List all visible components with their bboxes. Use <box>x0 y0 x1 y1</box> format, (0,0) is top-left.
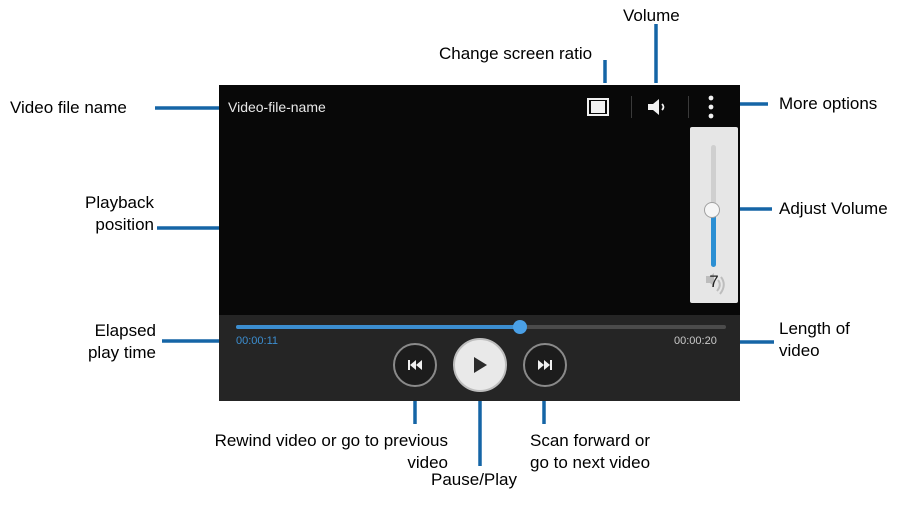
total-time: 00:00:20 <box>674 335 717 347</box>
volume-slider-thumb[interactable] <box>704 201 720 218</box>
label-length-of-video: Length of video <box>779 318 850 362</box>
label-volume: Volume <box>623 6 680 25</box>
play-icon <box>474 357 487 373</box>
label-scan-line-2: go to next video <box>530 453 651 472</box>
video-player-screen[interactable]: Video-file-name 7 00:00:11 00:00:20 <box>219 85 740 401</box>
label-adjust-volume: Adjust Volume <box>779 199 888 218</box>
more-options-icon[interactable] <box>706 94 716 120</box>
label-scan-forward: Scan forward or go to next video <box>530 430 650 474</box>
volume-slider-fill <box>711 209 716 267</box>
volume-level-value: 7 <box>709 272 719 291</box>
label-more-options: More options <box>779 94 878 113</box>
top-bar-divider <box>631 96 632 118</box>
label-rewind: Rewind video or go to previous video <box>164 430 448 474</box>
label-rewind-line-1: Rewind video or go to previous <box>214 431 448 450</box>
volume-panel: 7 <box>690 127 738 303</box>
label-elapsed-play-time: Elapsed play time <box>72 320 156 364</box>
label-length-line-2: video <box>779 341 820 360</box>
video-file-name: Video-file-name <box>228 99 326 115</box>
rewind-icon <box>408 360 422 370</box>
play-pause-button[interactable] <box>453 338 507 392</box>
label-elapsed-line-2: play time <box>87 343 156 362</box>
playback-progress-fill <box>236 325 521 329</box>
playback-controls: 00:00:11 00:00:20 <box>219 315 740 401</box>
label-elapsed-line-1: Elapsed <box>94 321 156 340</box>
player-top-bar: Video-file-name <box>219 85 740 127</box>
label-playback-line-1: Playback <box>85 193 154 212</box>
fast-forward-button[interactable] <box>523 343 567 387</box>
label-pause-play: Pause/Play <box>431 470 517 489</box>
label-video-file-name: Video file name <box>10 98 127 117</box>
fast-forward-icon <box>538 360 552 370</box>
label-rewind-line-2: video <box>407 453 448 472</box>
top-bar-divider <box>688 96 689 118</box>
label-length-line-1: Length of <box>779 319 850 338</box>
speaker-icon[interactable] <box>646 97 670 117</box>
label-playback-position: Playback position <box>68 192 154 236</box>
label-scan-line-1: Scan forward or <box>530 431 650 450</box>
playback-progress-bar[interactable] <box>236 320 726 334</box>
screen-ratio-icon[interactable] <box>587 98 609 116</box>
label-change-screen-ratio: Change screen ratio <box>439 44 593 63</box>
elapsed-time: 00:00:11 <box>236 335 279 347</box>
rewind-button[interactable] <box>393 343 437 387</box>
playback-position-thumb[interactable] <box>513 320 528 334</box>
label-playback-line-2: position <box>95 215 154 234</box>
